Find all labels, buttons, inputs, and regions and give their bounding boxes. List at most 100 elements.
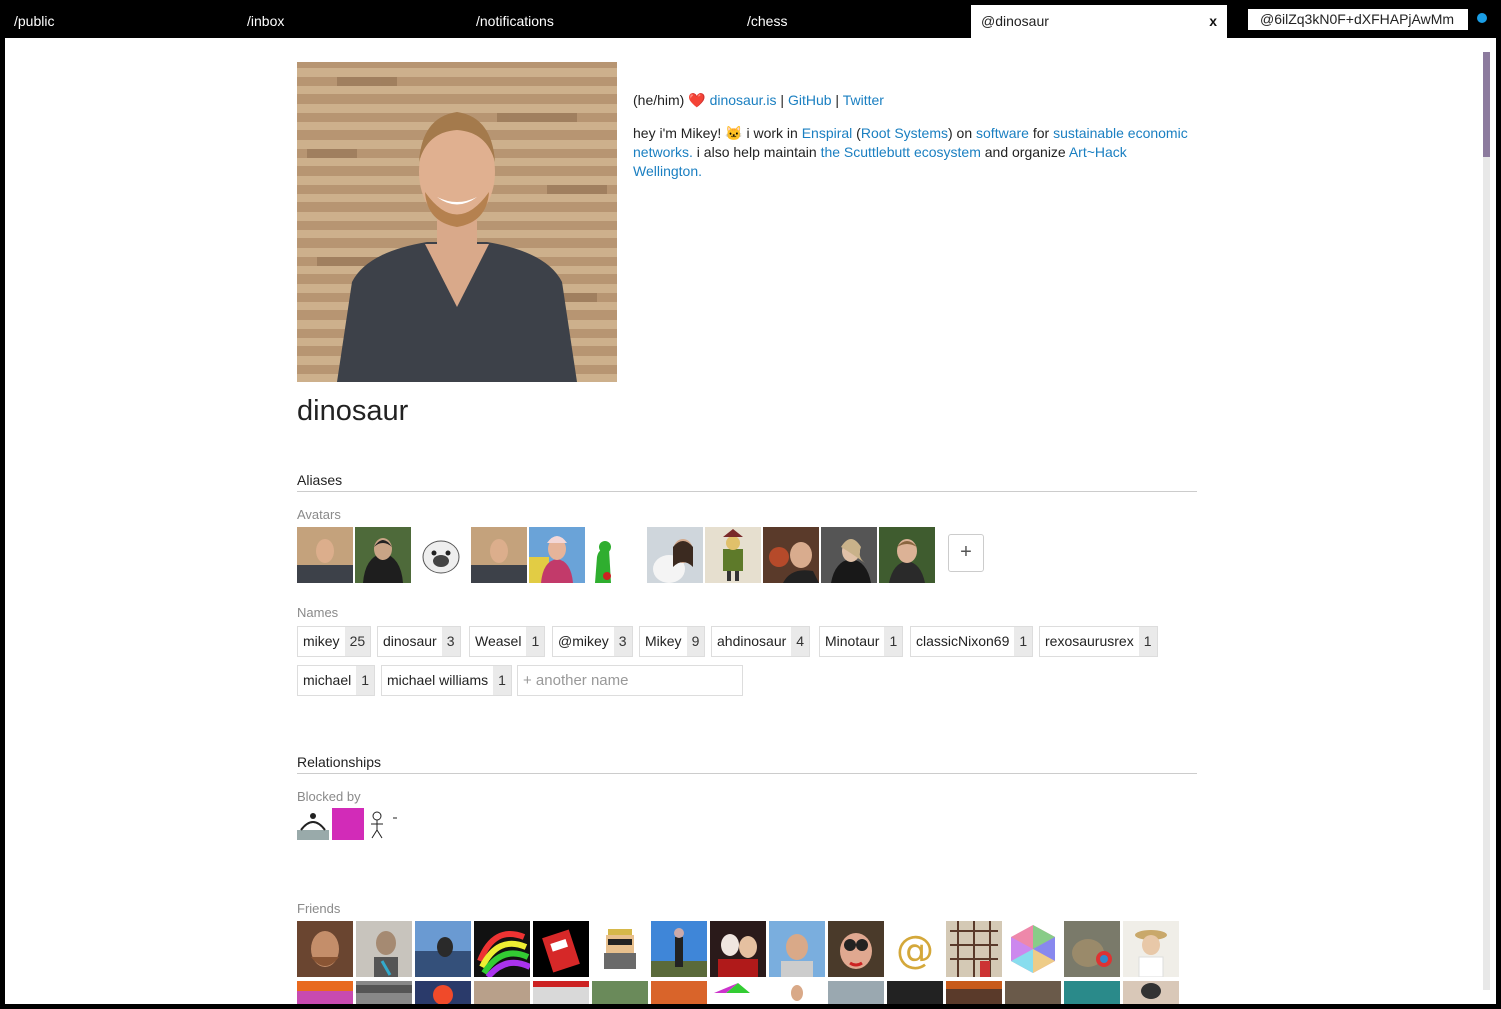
bio-text: and organize: [980, 144, 1069, 160]
avatar-option[interactable]: [647, 527, 703, 583]
friends-label: Friends: [297, 901, 341, 916]
friend-avatar[interactable]: [769, 981, 825, 1004]
bio-line-links: (he/him) ❤️ dinosaur.is | GitHub | Twitt…: [633, 91, 1198, 110]
avatar-option[interactable]: [587, 527, 643, 583]
github-link[interactable]: GitHub: [788, 92, 832, 108]
friend-avatar[interactable]: [710, 921, 766, 977]
avatar-option[interactable]: [355, 527, 411, 583]
profile-bio: (he/him) ❤️ dinosaur.is | GitHub | Twitt…: [633, 91, 1198, 195]
name-chip-count: 1: [1014, 627, 1033, 656]
friend-avatar[interactable]: [474, 981, 530, 1004]
name-chip-label: rexosaurusrex: [1045, 633, 1134, 649]
name-chip[interactable]: classicNixon69 1: [910, 626, 1034, 657]
avatar-option[interactable]: [821, 527, 877, 583]
profile-page: (he/him) ❤️ dinosaur.is | GitHub | Twitt…: [5, 38, 1496, 1004]
name-chip-label: @mikey: [558, 633, 609, 649]
friend-avatar[interactable]: [828, 981, 884, 1004]
friend-avatar[interactable]: [533, 981, 589, 1004]
friend-avatar[interactable]: [1005, 921, 1061, 977]
name-chip-label: Mikey: [645, 633, 682, 649]
friend-avatar[interactable]: [651, 981, 707, 1004]
friend-avatar[interactable]: [651, 921, 707, 977]
top-navigation-bar: /public /inbox /notifications /chess @di…: [0, 0, 1501, 38]
friend-avatar[interactable]: [828, 921, 884, 977]
name-chip-label: classicNixon69: [916, 633, 1010, 649]
friend-avatar[interactable]: [1123, 981, 1179, 1004]
add-avatar-button[interactable]: +: [948, 534, 984, 572]
friend-avatar[interactable]: [415, 921, 471, 977]
name-chip[interactable]: michael 1: [297, 665, 376, 696]
avatar-option[interactable]: [413, 527, 469, 583]
tab-label: /inbox: [247, 13, 285, 29]
profile-avatar-image: [297, 62, 617, 382]
names-label: Names: [297, 605, 339, 620]
blocked-by-avatar[interactable]: [367, 808, 399, 840]
friend-avatar[interactable]: [356, 921, 412, 977]
friend-avatar[interactable]: [710, 981, 766, 1004]
friend-avatar[interactable]: [297, 921, 353, 977]
avatar-option[interactable]: [879, 527, 935, 583]
name-chip[interactable]: dinosaur 3: [377, 626, 461, 657]
tab-label: /chess: [747, 13, 788, 29]
friend-avatar[interactable]: [592, 921, 648, 977]
scuttlebutt-link[interactable]: the Scuttlebutt ecosystem: [821, 144, 981, 160]
avatar-option[interactable]: [705, 527, 761, 583]
enspiral-link[interactable]: Enspiral: [802, 125, 853, 141]
scrollbar-thumb[interactable]: [1483, 52, 1490, 157]
avatar-option[interactable]: [763, 527, 819, 583]
friend-avatar[interactable]: [769, 921, 825, 977]
friend-avatar[interactable]: [1005, 981, 1061, 1004]
tab-public[interactable]: /public: [0, 0, 233, 38]
avatar-option[interactable]: [471, 527, 527, 583]
tab-inbox[interactable]: /inbox: [233, 0, 462, 38]
friend-avatar[interactable]: [1064, 921, 1120, 977]
separator-text: |: [776, 92, 788, 108]
name-chip[interactable]: mikey 25: [297, 626, 372, 657]
scrollbar-track[interactable]: [1483, 52, 1490, 990]
name-chip-count: 1: [1138, 627, 1157, 656]
avatar-option[interactable]: [297, 527, 353, 583]
connection-status-icon: [1477, 13, 1487, 23]
blocked-by-avatar[interactable]: [297, 808, 329, 840]
friend-avatar[interactable]: [946, 981, 1002, 1004]
software-link[interactable]: software: [976, 125, 1029, 141]
tab-chess[interactable]: /chess: [733, 0, 970, 38]
tab-profile-dinosaur[interactable]: @dinosaur x: [971, 5, 1227, 38]
friend-avatar[interactable]: [415, 981, 471, 1004]
website-link[interactable]: dinosaur.is: [710, 92, 777, 108]
name-chip-count: 1: [356, 666, 375, 695]
heart-icon: ❤️: [688, 92, 706, 108]
name-chip[interactable]: Weasel 1: [469, 626, 546, 657]
search-input[interactable]: @6ilZq3kN0F+dXFHAPjAwMm: [1248, 9, 1468, 30]
root-systems-link[interactable]: Root Systems: [861, 125, 948, 141]
friend-avatar[interactable]: [592, 981, 648, 1004]
pronouns-text: (he/him): [633, 92, 685, 108]
friend-avatar[interactable]: [887, 981, 943, 1004]
friend-avatar[interactable]: [946, 921, 1002, 977]
name-chip[interactable]: michael williams 1: [381, 665, 512, 696]
name-chip[interactable]: ahdinosaur 4: [711, 626, 811, 657]
relationships-section-title: Relationships: [297, 754, 1197, 774]
friend-avatar[interactable]: [1123, 921, 1179, 977]
add-name-input[interactable]: + another name: [517, 665, 743, 696]
avatar-option[interactable]: [529, 527, 585, 583]
friend-avatar[interactable]: [533, 921, 589, 977]
name-chip[interactable]: @mikey 3: [552, 626, 633, 657]
friend-avatar[interactable]: @: [887, 921, 943, 977]
name-chip[interactable]: Minotaur 1: [819, 626, 904, 657]
name-chip[interactable]: Mikey 9: [639, 626, 706, 657]
name-chip[interactable]: rexosaurusrex 1: [1039, 626, 1158, 657]
friend-avatar[interactable]: [474, 921, 530, 977]
bio-text: (: [852, 125, 861, 141]
twitter-link[interactable]: Twitter: [843, 92, 884, 108]
name-chip-count: 25: [344, 627, 371, 656]
name-chip-count: 4: [791, 627, 810, 656]
blocked-by-avatar[interactable]: [332, 808, 364, 840]
close-tab-icon[interactable]: x: [1209, 5, 1217, 37]
tab-notifications[interactable]: /notifications: [462, 0, 733, 38]
friend-avatar[interactable]: [1064, 981, 1120, 1004]
friend-avatar[interactable]: [356, 981, 412, 1004]
name-chip-label: Minotaur: [825, 633, 880, 649]
friend-avatar[interactable]: [297, 981, 353, 1004]
avatars-label: Avatars: [297, 507, 341, 522]
